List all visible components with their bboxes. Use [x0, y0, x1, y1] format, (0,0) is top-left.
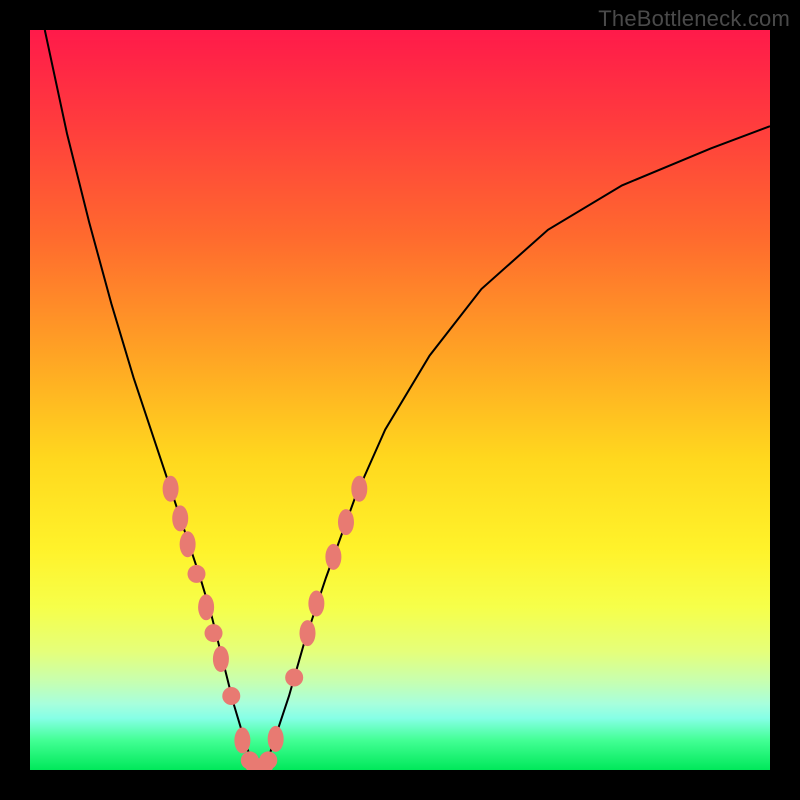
curve-marker — [234, 727, 250, 753]
curve-marker — [325, 544, 341, 570]
curve-marker — [163, 476, 179, 502]
curve-marker — [205, 624, 223, 642]
curve-marker — [198, 594, 214, 620]
chart-container: TheBottleneck.com — [0, 0, 800, 800]
curve-marker — [180, 531, 196, 557]
curve-marker — [351, 476, 367, 502]
curve-marker — [300, 620, 316, 646]
curve-marker — [213, 646, 229, 672]
curve-marker — [308, 591, 324, 617]
chart-svg — [30, 30, 770, 770]
bottleneck-curve — [45, 30, 770, 766]
markers-group — [163, 476, 368, 770]
curve-marker — [222, 687, 240, 705]
curve-marker — [338, 509, 354, 535]
plot-area — [30, 30, 770, 770]
curve-marker — [172, 505, 188, 531]
curve-marker — [259, 751, 277, 769]
curve-marker — [268, 726, 284, 752]
curve-marker — [285, 669, 303, 687]
curve-marker — [188, 565, 206, 583]
attribution-text: TheBottleneck.com — [598, 6, 790, 32]
